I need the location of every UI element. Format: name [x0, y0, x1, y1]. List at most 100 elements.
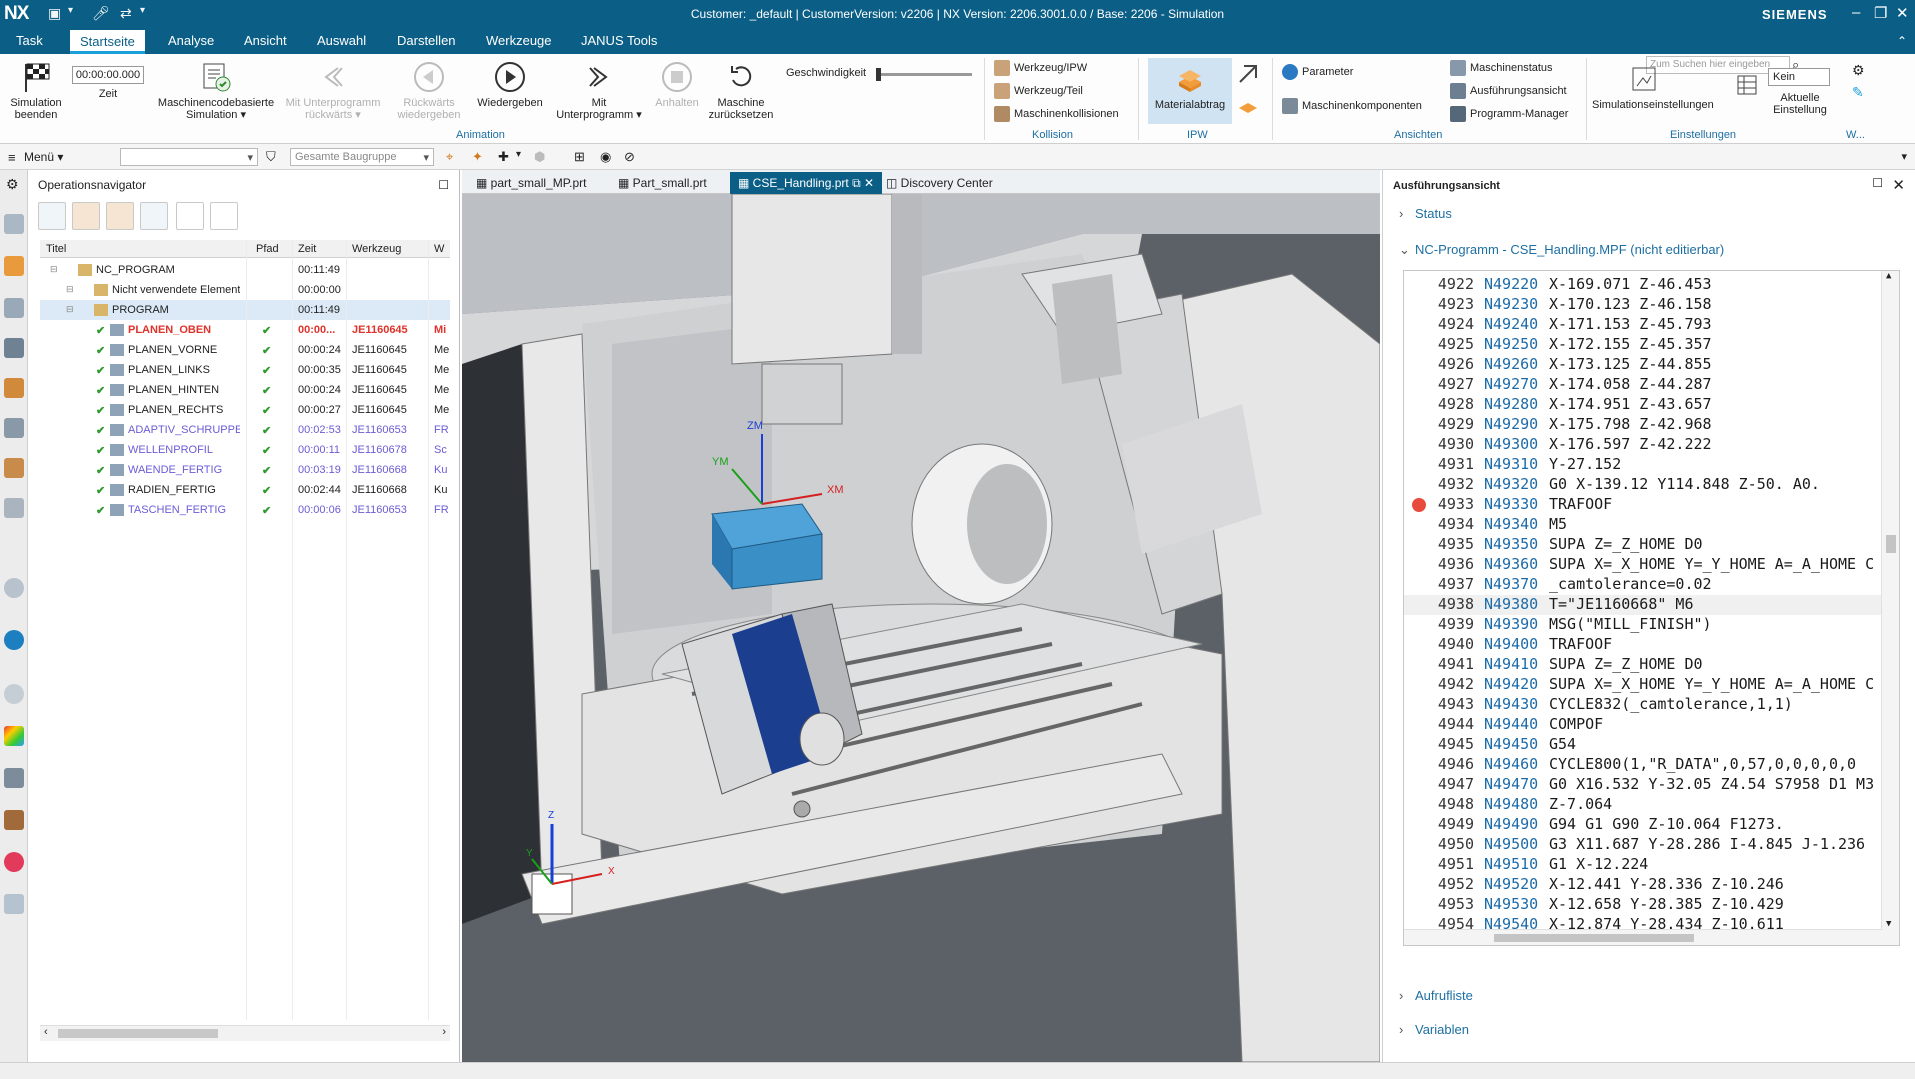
minimize-icon[interactable]: –: [1852, 4, 1860, 21]
nc-code-view[interactable]: 4922 N49220 X-169.071 Z-46.453 4923 N49230 X-…: [1403, 270, 1900, 946]
machining-method-view-icon[interactable]: [140, 202, 168, 230]
status-section[interactable]: › Status: [1399, 206, 1452, 221]
menu-ansicht[interactable]: Ansicht: [242, 33, 289, 48]
zeit-field[interactable]: 00:00:00.000 Zeit: [72, 66, 144, 100]
code-line[interactable]: 4923 N49230 X-170.123 Z-46.158: [1404, 295, 1882, 315]
tab-part-small-mp[interactable]: ▦ part_small_MP.prt: [468, 172, 595, 194]
code-line[interactable]: 4931 N49310 Y-27.152: [1404, 455, 1882, 475]
table-row[interactable]: ✔ PLANEN_OBEN ✔ 00:00... JE1160645 Mi: [40, 320, 450, 340]
table-row[interactable]: ✔ PLANEN_VORNE ✔ 00:00:24 JE1160645 Me: [40, 340, 450, 360]
restore-icon[interactable]: ❐: [1874, 4, 1887, 22]
table-row[interactable]: ✔ RADIEN_FERTIG ✔ 00:02:44 JE1160668 Ku: [40, 480, 450, 500]
filter-icon[interactable]: ⛉: [266, 149, 276, 165]
panel-close-icon[interactable]: ✕: [1892, 176, 1905, 194]
tree-expander-icon[interactable]: ⊟: [50, 264, 58, 275]
flower-icon[interactable]: [4, 852, 24, 872]
code-line[interactable]: 4942 N49420 SUPA X=_X_HOME Y=_Y_HOME A=_A_…: [1404, 675, 1882, 695]
table-row[interactable]: ✔ WAENDE_FERTIG ✔ 00:03:19 JE1160668 Ku: [40, 460, 450, 480]
maximize-panel-icon[interactable]: ☐: [438, 178, 449, 192]
navigator-horizontal-scrollbar[interactable]: ‹ ›: [40, 1025, 450, 1041]
code-line[interactable]: 4941 N49410 SUPA Z=_Z_HOME D0: [1404, 655, 1882, 675]
code-scroll-thumb[interactable]: [1886, 535, 1896, 553]
add-operation-icon[interactable]: [176, 202, 204, 230]
maschinenkomponenten-button[interactable]: Maschinenkomponenten: [1282, 98, 1422, 114]
materialabtrag-button[interactable]: Materialabtrag: [1148, 58, 1232, 124]
info-icon[interactable]: [4, 578, 24, 598]
machine-tool-view-icon[interactable]: [72, 202, 100, 230]
snap-icon[interactable]: ⌖: [446, 149, 453, 165]
code-line[interactable]: 4948 N49480 Z-7.064: [1404, 795, 1882, 815]
table-row[interactable]: ✔ TASCHEN_FERTIG ✔ 00:00:06 JE1160653 FR: [40, 500, 450, 520]
col-titel[interactable]: Titel: [46, 243, 66, 255]
code-line[interactable]: 4928 N49280 X-174.951 Z-43.657: [1404, 395, 1882, 415]
scroll-thumb[interactable]: [58, 1029, 218, 1038]
table-row[interactable]: ✔ WELLENPROFIL ✔ 00:00:11 JE1160678 Sc: [40, 440, 450, 460]
menu-button[interactable]: Menü ▾: [24, 150, 63, 164]
menu-werkzeuge[interactable]: Werkzeuge: [484, 33, 554, 48]
code-line[interactable]: 4946 N49460 CYCLE800(1,"R_DATA",0,57,0,0,0…: [1404, 755, 1882, 775]
col-werkzeug[interactable]: Werkzeug: [352, 243, 401, 255]
code-line[interactable]: 4953 N49530 X-12.658 Y-28.385 Z-10.429: [1404, 895, 1882, 915]
werkzeug-teil-button[interactable]: Werkzeug/Teil: [994, 83, 1083, 99]
palette-icon[interactable]: [4, 726, 24, 746]
code-line[interactable]: 4926 N49260 X-173.125 Z-44.855: [1404, 355, 1882, 375]
table-row[interactable]: ✔ ADAPTIV_SCHRUPPEN ✔ 00:02:53 JE1160653 FR: [40, 420, 450, 440]
panel-maximize-icon[interactable]: ☐: [1872, 176, 1883, 190]
code-line[interactable]: 4936 N49360 SUPA X=_X_HOME Y=_Y_HOME A=_A_…: [1404, 555, 1882, 575]
tab-part-small[interactable]: ▦ Part_small.prt: [610, 172, 715, 194]
roles-icon[interactable]: [4, 498, 24, 518]
code-line[interactable]: 4933 N49330 TRAFOOF: [1404, 495, 1882, 515]
pen-icon[interactable]: ✎: [1852, 84, 1864, 101]
type-filter-select[interactable]: [120, 148, 258, 166]
web-browser-icon[interactable]: [4, 630, 24, 650]
maschinenstatus-button[interactable]: Maschinenstatus: [1450, 60, 1553, 76]
scroll-down-icon[interactable]: ▼: [1886, 919, 1891, 929]
geometry-view-icon[interactable]: [106, 202, 134, 230]
rueckwaerts-unterprogramm-button[interactable]: Mit Unterprogramm rückwärts ▾: [284, 60, 382, 121]
menu-startseite[interactable]: Startseite: [70, 30, 145, 54]
scroll-right-icon[interactable]: ›: [442, 1026, 446, 1038]
part-navigator-icon[interactable]: [4, 418, 24, 438]
zeit-value[interactable]: 00:00:00.000: [72, 66, 144, 84]
code-hscroll-thumb[interactable]: [1494, 934, 1694, 942]
tool-icon[interactable]: ⚙: [1852, 62, 1865, 79]
code-line[interactable]: 4930 N49300 X-176.597 Z-42.222: [1404, 435, 1882, 455]
code-line[interactable]: 4924 N49240 X-171.153 Z-45.793: [1404, 315, 1882, 335]
code-line[interactable]: 4939 N49390 MSG("MILL_FINISH"): [1404, 615, 1882, 635]
table-row[interactable]: ⊟ PROGRAM 00:11:49: [40, 300, 450, 320]
eye-icon[interactable]: ◉: [600, 149, 611, 165]
menu-task[interactable]: Task: [14, 33, 45, 48]
rueckwaerts-wiedergeben-button[interactable]: Rückwärts wiedergeben: [388, 60, 470, 121]
select-feature-icon[interactable]: ✦: [472, 149, 483, 165]
code-horizontal-scrollbar[interactable]: [1404, 929, 1882, 945]
table-row[interactable]: ⊟ Nicht verwendete Elemente 00:00:00: [40, 280, 450, 300]
expand-panel-icon[interactable]: [4, 894, 24, 914]
simulation-beenden-button[interactable]: Simulation beenden: [6, 60, 66, 121]
aufrufliste-section[interactable]: › Aufrufliste: [1399, 988, 1473, 1003]
code-line[interactable]: 4925 N49250 X-172.155 Z-45.357: [1404, 335, 1882, 355]
table-row[interactable]: ⊟ NC_PROGRAM 00:11:49: [40, 260, 450, 280]
code-line[interactable]: 4945 N49450 G54: [1404, 735, 1882, 755]
menu-auswahl[interactable]: Auswahl: [315, 33, 368, 48]
hierarchy-icon[interactable]: [4, 338, 24, 358]
assembly-navigator-icon[interactable]: [4, 214, 24, 234]
measure-icon[interactable]: [4, 768, 24, 788]
geschwindigkeit-slider[interactable]: [876, 68, 972, 81]
machine-tool-navigator-icon[interactable]: [4, 298, 24, 318]
menu-janus-tools[interactable]: JANUS Tools: [579, 33, 659, 48]
code-line[interactable]: 4927 N49270 X-174.058 Z-44.287: [1404, 375, 1882, 395]
tab-cse-handling[interactable]: ▦ CSE_Handling.prt ⧉ ✕: [730, 172, 883, 194]
mit-unterprogramm-button[interactable]: Mit Unterprogramm ▾: [552, 60, 646, 121]
hide-icon[interactable]: ⊘: [624, 149, 635, 165]
parameter-button[interactable]: Parameter: [1282, 64, 1353, 80]
scope-select[interactable]: Gesamte Baugruppe: [290, 148, 434, 166]
code-vertical-scrollbar[interactable]: ▲ ▼: [1881, 271, 1899, 945]
code-line[interactable]: 4951 N49510 G1 X-12.224: [1404, 855, 1882, 875]
maschinencode-simulation-button[interactable]: Maschinencodebasierte Simulation ▾: [154, 60, 278, 121]
code-line[interactable]: 4935 N49350 SUPA Z=_Z_HOME D0: [1404, 535, 1882, 555]
col-w[interactable]: W: [434, 243, 444, 255]
scroll-up-icon[interactable]: ▲: [1886, 271, 1891, 281]
operation-navigator-icon[interactable]: [4, 256, 24, 276]
resource-settings-icon[interactable]: ⚙: [6, 176, 19, 193]
settings-grid-icon[interactable]: [1736, 74, 1758, 96]
